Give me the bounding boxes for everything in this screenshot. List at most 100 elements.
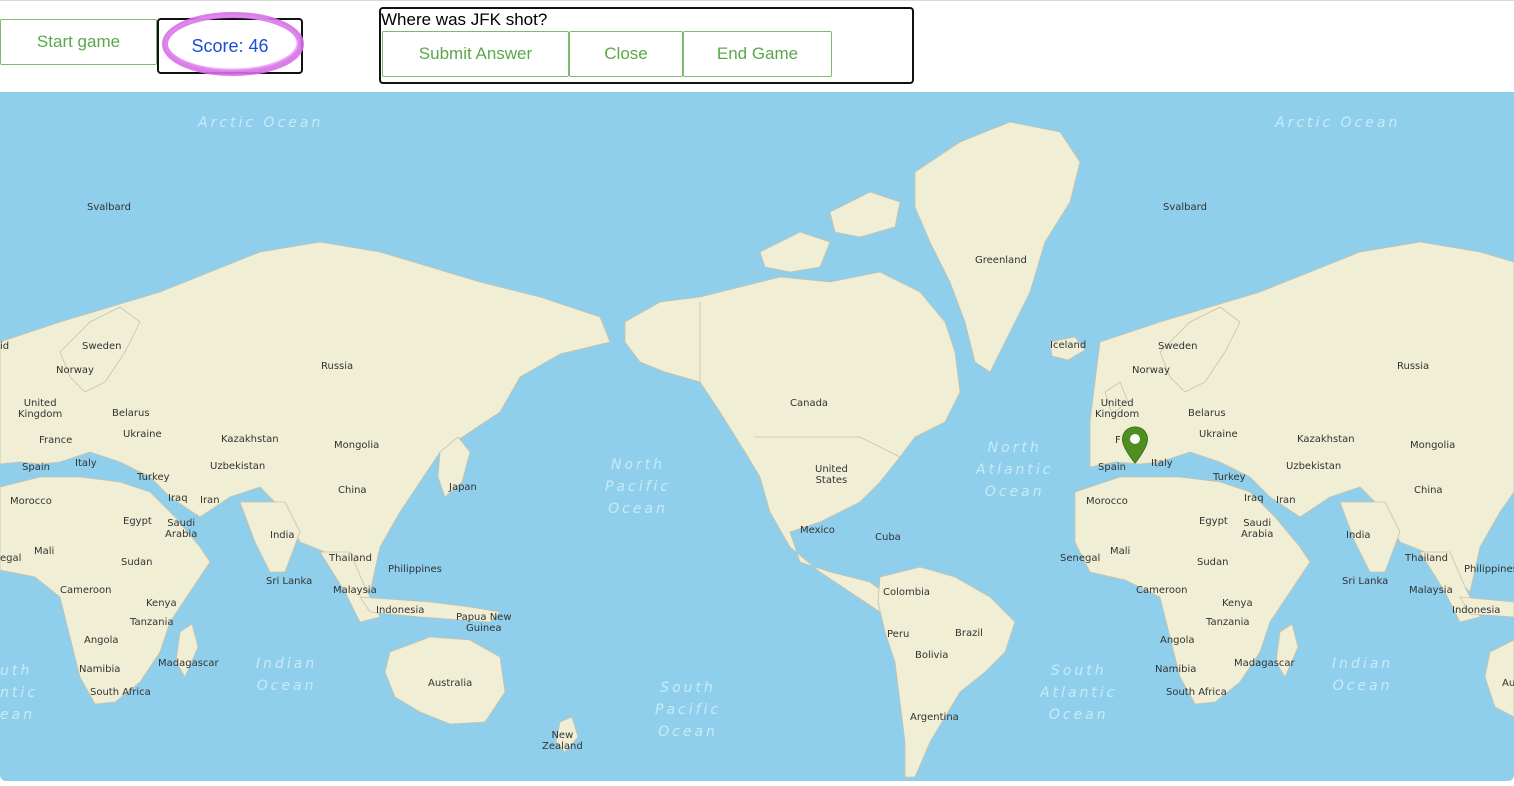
country-label: Turkey <box>1213 472 1246 483</box>
country-label: Peru <box>887 629 910 640</box>
country-label: Indonesia <box>376 605 425 616</box>
country-label: Morocco <box>1086 496 1128 507</box>
score-display: Score: 46 <box>157 18 303 74</box>
country-label: Papua New Guinea <box>456 612 512 634</box>
start-game-button[interactable]: Start game <box>0 19 157 65</box>
country-label: Au <box>1502 678 1514 689</box>
country-label: Mali <box>1110 546 1131 557</box>
country-label: Turkey <box>137 472 170 483</box>
country-label: Iraq <box>168 493 188 504</box>
country-label: Thailand <box>329 553 372 564</box>
map-pin-icon[interactable] <box>1121 426 1149 464</box>
country-label: Iraq <box>1244 493 1264 504</box>
country-label: Svalbard <box>87 202 131 213</box>
ocean-label: Arctic Ocean <box>198 115 324 131</box>
country-label: Madagascar <box>1234 658 1295 669</box>
country-label: Ukraine <box>123 429 162 440</box>
country-label: South Africa <box>1166 687 1227 698</box>
country-label: Thailand <box>1405 553 1448 564</box>
country-label: Kazakhstan <box>1297 434 1355 445</box>
country-label: Norway <box>56 365 94 376</box>
country-label: Egypt <box>1199 516 1228 527</box>
country-label: Svalbard <box>1163 202 1207 213</box>
country-label: Morocco <box>10 496 52 507</box>
country-label: Mali <box>34 546 55 557</box>
country-label: F <box>1115 435 1121 446</box>
country-label: id <box>0 341 10 352</box>
country-label: Malaysia <box>333 585 377 596</box>
country-label: Angola <box>84 635 119 646</box>
submit-answer-button[interactable]: Submit Answer <box>382 31 569 77</box>
country-label: India <box>1346 530 1371 541</box>
country-label: Belarus <box>1188 408 1226 419</box>
country-label: Saudi Arabia <box>165 518 198 540</box>
country-label: Ukraine <box>1199 429 1238 440</box>
country-label: Kenya <box>146 598 177 609</box>
ocean-label: South Pacific Ocean <box>655 680 722 740</box>
country-label: Canada <box>790 398 829 409</box>
country-label: Argentina <box>910 712 959 723</box>
country-label: Kazakhstan <box>221 434 279 445</box>
country-label: Russia <box>321 361 354 372</box>
country-label: Uzbekistan <box>210 461 266 472</box>
country-label: Sweden <box>1158 341 1198 352</box>
country-label: Uzbekistan <box>1286 461 1342 472</box>
country-label: Iceland <box>1050 340 1087 351</box>
country-label: United Kingdom <box>1095 398 1140 420</box>
country-label: Japan <box>449 482 477 493</box>
question-text: Where was JFK shot? <box>381 10 548 29</box>
country-label: Saudi Arabia <box>1241 518 1274 540</box>
country-label: Italy <box>1151 458 1173 469</box>
country-label: Namibia <box>79 664 121 675</box>
country-label: Belarus <box>112 408 150 419</box>
country-label: China <box>338 485 367 496</box>
country-label: Brazil <box>955 628 983 639</box>
country-label: South Africa <box>90 687 151 698</box>
country-label: Spain <box>22 462 50 473</box>
ocean-label: uth ntic ean <box>0 663 38 723</box>
ocean-label: Indian Ocean <box>256 656 318 694</box>
country-label: Kenya <box>1222 598 1253 609</box>
country-label: Cameroon <box>60 585 112 596</box>
country-label: India <box>270 530 295 541</box>
country-label: Mongolia <box>334 440 380 451</box>
country-label: Sudan <box>1197 557 1229 568</box>
country-label: Malaysia <box>1409 585 1453 596</box>
country-label: Sri Lanka <box>266 576 313 587</box>
country-label: Norway <box>1132 365 1170 376</box>
country-label: Sweden <box>82 341 122 352</box>
ocean-label: North Pacific Ocean <box>605 457 672 517</box>
score-label: Score: 46 <box>191 35 269 56</box>
country-label: Greenland <box>975 255 1027 266</box>
ocean-label: Indian Ocean <box>1332 656 1394 694</box>
country-label: Philippines <box>388 564 442 575</box>
country-label: Mexico <box>800 525 835 536</box>
country-label: United States <box>815 464 848 486</box>
country-label: Australia <box>428 678 473 689</box>
country-label: Egypt <box>123 516 152 527</box>
close-button[interactable]: Close <box>569 31 683 77</box>
country-label: Senegal <box>1060 553 1101 564</box>
ocean-label: South Atlantic Ocean <box>1040 663 1118 723</box>
country-label: Tanzania <box>130 617 174 628</box>
country-label: Madagascar <box>158 658 219 669</box>
end-game-button[interactable]: End Game <box>683 31 832 77</box>
country-label: Iran <box>1276 495 1296 506</box>
country-label: egal <box>0 553 22 564</box>
country-label: Philippines <box>1464 564 1514 575</box>
country-label: Colombia <box>883 587 930 598</box>
top-divider <box>0 0 1514 1</box>
country-label: Sri Lanka <box>1342 576 1389 587</box>
country-label: Angola <box>1160 635 1195 646</box>
country-label: Russia <box>1397 361 1430 372</box>
country-label: Iran <box>200 495 220 506</box>
country-label: China <box>1414 485 1443 496</box>
country-label: Cuba <box>875 532 901 543</box>
country-label: New Zealand <box>542 730 583 752</box>
country-label: Namibia <box>1155 664 1197 675</box>
country-label: Sudan <box>121 557 153 568</box>
country-label: France <box>39 435 73 446</box>
country-label: Italy <box>75 458 97 469</box>
country-label: Cameroon <box>1136 585 1188 596</box>
world-map[interactable]: Arctic Ocean Arctic Ocean North Pacific … <box>0 92 1514 781</box>
